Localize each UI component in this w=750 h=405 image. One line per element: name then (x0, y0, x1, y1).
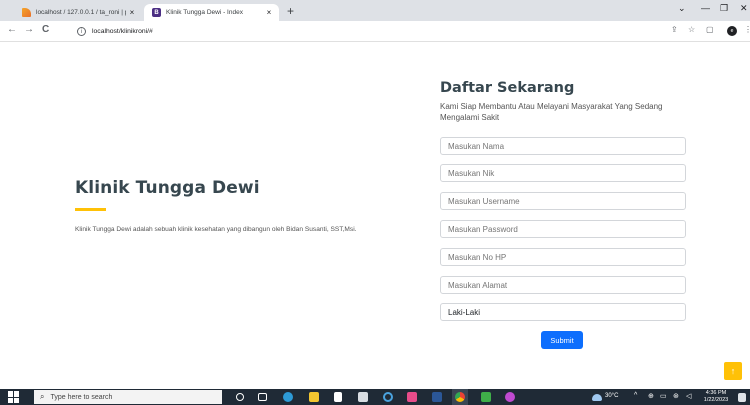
site-info-icon[interactable]: i (77, 27, 86, 36)
new-tab-button[interactable]: + (287, 4, 294, 18)
gender-selected-value: Laki-Laki (448, 307, 481, 317)
search-icon: ⌕ (40, 392, 45, 401)
task-view-icon[interactable] (258, 393, 267, 401)
side-panel-icon[interactable]: ▢ (706, 25, 714, 34)
taskbar-clock[interactable]: 4:36 PM 1/22/2023 (701, 390, 731, 404)
tab-title: Klinik Tungga Dewi - Index (166, 9, 243, 16)
chrome-icon[interactable] (455, 392, 465, 402)
notification-icon[interactable] (738, 393, 746, 402)
name-input[interactable] (440, 137, 686, 155)
nik-input[interactable] (440, 164, 686, 182)
clinic-description: Klinik Tungga Dewi adalah sebuah klinik … (75, 226, 357, 233)
bookmark-star-icon[interactable]: ☆ (688, 25, 695, 34)
tab-title: localhost / 127.0.0.1 / ta_roni | ph (36, 9, 126, 16)
cortana-icon[interactable] (236, 393, 244, 401)
username-input[interactable] (440, 192, 686, 210)
store-icon[interactable] (334, 392, 342, 402)
edge-icon[interactable] (283, 392, 293, 402)
windows-taskbar: ⌕ Type here to search 30°C ^ ⊕ ▭ ⊛ ◁ 4:3… (0, 389, 750, 405)
address-bar[interactable]: i localhost/klinikroni/# (77, 24, 647, 39)
clock-time: 4:36 PM (705, 390, 727, 396)
sublime-icon[interactable] (481, 392, 491, 402)
tab-phpmyadmin[interactable]: localhost / 127.0.0.1 / ta_roni | ph × (14, 4, 142, 21)
xampp-icon[interactable] (407, 392, 417, 402)
back-to-top-button[interactable]: ↑ (724, 362, 742, 380)
close-window-button[interactable]: ✕ (740, 3, 748, 14)
tab-close-icon[interactable]: × (126, 8, 138, 17)
phone-input[interactable] (440, 248, 686, 266)
tab-search-icon[interactable]: ⌄ (678, 3, 686, 14)
clinic-title: Klinik Tungga Dewi (75, 178, 260, 198)
browser-tab-strip: localhost / 127.0.0.1 / ta_roni | ph × B… (0, 0, 750, 21)
file-explorer-icon[interactable] (309, 392, 319, 402)
url-text: localhost/klinikroni/# (92, 28, 153, 35)
battery-icon[interactable]: ▭ (660, 392, 667, 400)
title-underline-divider (75, 208, 106, 211)
forward-arrow-icon[interactable]: → (24, 24, 34, 35)
tray-chevron-icon[interactable]: ^ (634, 392, 637, 399)
app-icon[interactable] (505, 392, 515, 402)
share-icon[interactable]: ⇪ (671, 25, 678, 34)
taskbar-search-box[interactable]: ⌕ Type here to search (34, 390, 222, 404)
weather-cloud-icon[interactable] (592, 394, 602, 401)
minimize-button[interactable]: — (701, 3, 710, 13)
password-input[interactable] (440, 220, 686, 238)
bootstrap-favicon-icon: B (152, 8, 161, 17)
windows-start-icon[interactable] (8, 391, 20, 403)
reload-icon[interactable]: C (42, 24, 49, 35)
submit-button[interactable]: Submit (541, 331, 583, 349)
globe-icon[interactable]: ⊛ (673, 392, 679, 400)
gender-select[interactable]: Laki-Laki (440, 303, 686, 321)
word-icon[interactable] (432, 392, 442, 402)
volume-icon[interactable]: ◁ (686, 392, 691, 400)
phpmyadmin-favicon-icon (22, 8, 31, 17)
form-subheading: Kami Siap Membantu Atau Melayani Masyara… (440, 102, 663, 122)
form-heading: Daftar Sekarang (440, 80, 575, 96)
tab-close-icon[interactable]: × (263, 8, 275, 17)
taskbar-search-placeholder: Type here to search (50, 393, 113, 401)
menu-dots-icon[interactable]: ⋮ (744, 25, 750, 34)
clock-date: 1/22/2023 (703, 397, 729, 403)
mail-icon[interactable] (358, 392, 368, 402)
address-input[interactable] (440, 276, 686, 294)
browser-toolbar: ← → C i localhost/klinikroni/# ⇪ ☆ ▢ e ⋮ (0, 21, 750, 42)
internet-explorer-icon[interactable] (383, 392, 393, 402)
weather-temperature: 30°C (605, 393, 619, 399)
back-arrow-icon[interactable]: ← (7, 24, 17, 35)
profile-avatar[interactable]: e (727, 26, 737, 36)
tab-klinik-index[interactable]: B Klinik Tungga Dewi - Index × (144, 4, 279, 21)
maximize-button[interactable]: ❐ (720, 3, 728, 14)
network-icon[interactable]: ⊕ (648, 392, 654, 400)
